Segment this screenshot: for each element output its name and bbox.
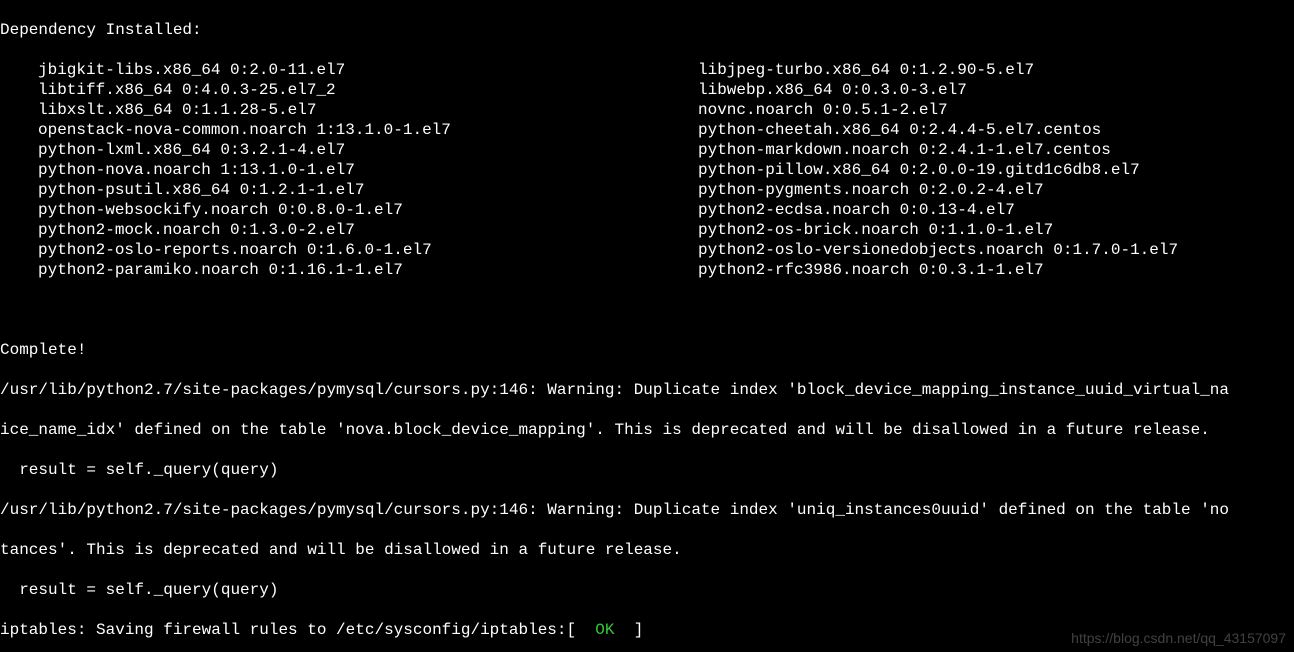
package-row: python-nova.noarch 1:13.1.0-1.el7python-… (0, 160, 1294, 180)
package-left: python2-paramiko.noarch 0:1.16.1-1.el7 (0, 260, 698, 280)
warning-line: tances'. This is deprecated and will be … (0, 540, 1294, 560)
package-row: python-websockify.noarch 0:0.8.0-1.el7py… (0, 200, 1294, 220)
iptables-suffix: ] (615, 621, 644, 639)
iptables-prefix: iptables: Saving firewall rules to /etc/… (0, 621, 595, 639)
warning-line: result = self._query(query) (0, 460, 1294, 480)
package-row: libtiff.x86_64 0:4.0.3-25.el7_2libwebp.x… (0, 80, 1294, 100)
ok-status: OK (595, 621, 614, 639)
package-right: python-cheetah.x86_64 0:2.4.4-5.el7.cent… (698, 120, 1101, 140)
warning-line: /usr/lib/python2.7/site-packages/pymysql… (0, 380, 1294, 400)
package-right: novnc.noarch 0:0.5.1-2.el7 (698, 100, 948, 120)
package-left: libxslt.x86_64 0:1.1.28-5.el7 (0, 100, 698, 120)
package-right: python-pillow.x86_64 0:2.0.0-19.gitd1c6d… (698, 160, 1140, 180)
package-right: libjpeg-turbo.x86_64 0:1.2.90-5.el7 (698, 60, 1034, 80)
package-left: python-websockify.noarch 0:0.8.0-1.el7 (0, 200, 698, 220)
package-left: python-psutil.x86_64 0:1.2.1-1.el7 (0, 180, 698, 200)
package-right: python-pygments.noarch 0:2.0.2-4.el7 (698, 180, 1044, 200)
package-row: jbigkit-libs.x86_64 0:2.0-11.el7libjpeg-… (0, 60, 1294, 80)
package-left: libtiff.x86_64 0:4.0.3-25.el7_2 (0, 80, 698, 100)
package-row: python2-mock.noarch 0:1.3.0-2.el7python2… (0, 220, 1294, 240)
terminal-output[interactable]: Dependency Installed: jbigkit-libs.x86_6… (0, 0, 1294, 652)
warning-line: result = self._query(query) (0, 580, 1294, 600)
package-row: openstack-nova-common.noarch 1:13.1.0-1.… (0, 120, 1294, 140)
dependency-header: Dependency Installed: (0, 20, 1294, 40)
warning-line: ice_name_idx' defined on the table 'nova… (0, 420, 1294, 440)
package-row: python2-oslo-reports.noarch 0:1.6.0-1.el… (0, 240, 1294, 260)
blank-line (0, 300, 1294, 320)
package-right: libwebp.x86_64 0:0.3.0-3.el7 (698, 80, 967, 100)
package-row: python-psutil.x86_64 0:1.2.1-1.el7python… (0, 180, 1294, 200)
package-row: python2-paramiko.noarch 0:1.16.1-1.el7py… (0, 260, 1294, 280)
package-right: python2-os-brick.noarch 0:1.1.0-1.el7 (698, 220, 1053, 240)
warning-line: /usr/lib/python2.7/site-packages/pymysql… (0, 500, 1294, 520)
package-left: python-lxml.x86_64 0:3.2.1-4.el7 (0, 140, 698, 160)
package-row: libxslt.x86_64 0:1.1.28-5.el7novnc.noarc… (0, 100, 1294, 120)
package-row: python-lxml.x86_64 0:3.2.1-4.el7python-m… (0, 140, 1294, 160)
package-right: python-markdown.noarch 0:2.4.1-1.el7.cen… (698, 140, 1111, 160)
package-left: jbigkit-libs.x86_64 0:2.0-11.el7 (0, 60, 698, 80)
complete-line: Complete! (0, 340, 1294, 360)
package-left: python-nova.noarch 1:13.1.0-1.el7 (0, 160, 698, 180)
package-right: python2-rfc3986.noarch 0:0.3.1-1.el7 (698, 260, 1044, 280)
watermark: https://blog.csdn.net/qq_43157097 (1071, 628, 1286, 648)
package-left: python2-mock.noarch 0:1.3.0-2.el7 (0, 220, 698, 240)
package-left: python2-oslo-reports.noarch 0:1.6.0-1.el… (0, 240, 698, 260)
package-right: python2-oslo-versionedobjects.noarch 0:1… (698, 240, 1178, 260)
package-right: python2-ecdsa.noarch 0:0.13-4.el7 (698, 200, 1015, 220)
package-left: openstack-nova-common.noarch 1:13.1.0-1.… (0, 120, 698, 140)
